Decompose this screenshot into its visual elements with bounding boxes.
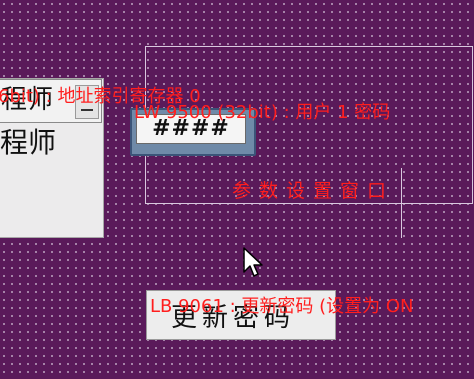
user-password-label: LW 9500 (32bit) : 用户 1 密码: [134, 102, 391, 123]
window-guide-line: [375, 203, 435, 204]
parameter-window-label: 参数设置窗口: [232, 180, 395, 202]
mouse-pointer-icon: [243, 247, 263, 277]
update-flag-label: LB 9061 : 更新密码 (设置为 ON: [150, 296, 414, 317]
list-item[interactable]: 程师: [0, 124, 56, 162]
